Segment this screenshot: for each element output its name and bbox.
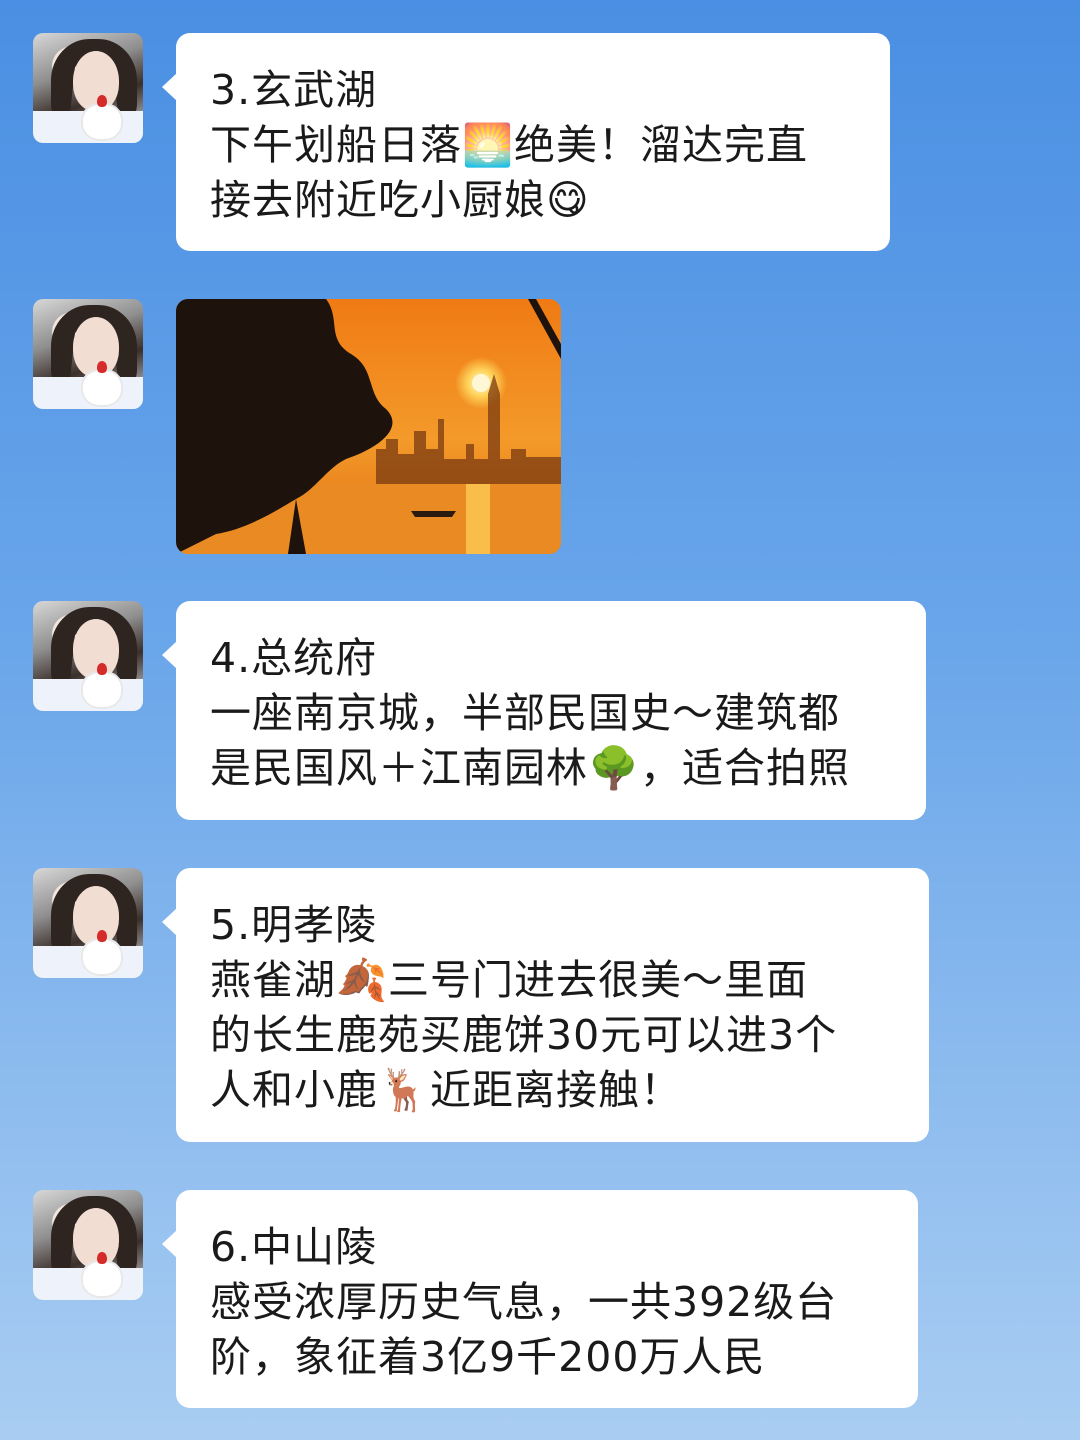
- message-line: 感受浓厚历史气息，一共392级台: [210, 1278, 838, 1326]
- message-line: 一座南京城，半部民国史～建筑都: [210, 689, 840, 737]
- message-bubble[interactable]: 4.总统府 一座南京城，半部民国史～建筑都 是民国风＋江南园林🌳，适合拍照: [162, 601, 926, 820]
- message-title: 3.玄武湖: [210, 66, 378, 114]
- message-line: 下午划船日落🌅绝美！溜达完直: [210, 121, 809, 169]
- message-line: 是民国风＋江南园林🌳，适合拍照: [210, 744, 851, 792]
- photo-message[interactable]: [176, 299, 561, 554]
- message-bubble[interactable]: 6.中山陵 感受浓厚历史气息，一共392级台 阶，象征着3亿9千200万人民: [162, 1190, 918, 1408]
- message-title: 5.明孝陵: [210, 901, 378, 949]
- message-line: 人和小鹿🦌近距离接触！: [210, 1066, 683, 1114]
- sunset-photo: [176, 299, 561, 554]
- message-bubble[interactable]: 3.玄武湖 下午划船日落🌅绝美！溜达完直 接去附近吃小厨娘😋: [162, 33, 890, 251]
- message-line: 燕雀湖🍂三号门进去很美～里面: [210, 956, 809, 1004]
- message-line: 接去附近吃小厨娘😋: [210, 176, 590, 224]
- avatar[interactable]: [33, 33, 143, 143]
- message-title: 4.总统府: [210, 634, 378, 682]
- message-line: 阶，象征着3亿9千200万人民: [210, 1333, 766, 1381]
- avatar[interactable]: [33, 601, 143, 711]
- message-bubble[interactable]: 5.明孝陵 燕雀湖🍂三号门进去很美～里面 的长生鹿苑买鹿饼30元可以进3个 人和…: [162, 868, 929, 1142]
- message-title: 6.中山陵: [210, 1223, 378, 1271]
- avatar[interactable]: [33, 1190, 143, 1300]
- avatar[interactable]: [33, 868, 143, 978]
- message-line: 的长生鹿苑买鹿饼30元可以进3个: [210, 1011, 838, 1059]
- avatar[interactable]: [33, 299, 143, 409]
